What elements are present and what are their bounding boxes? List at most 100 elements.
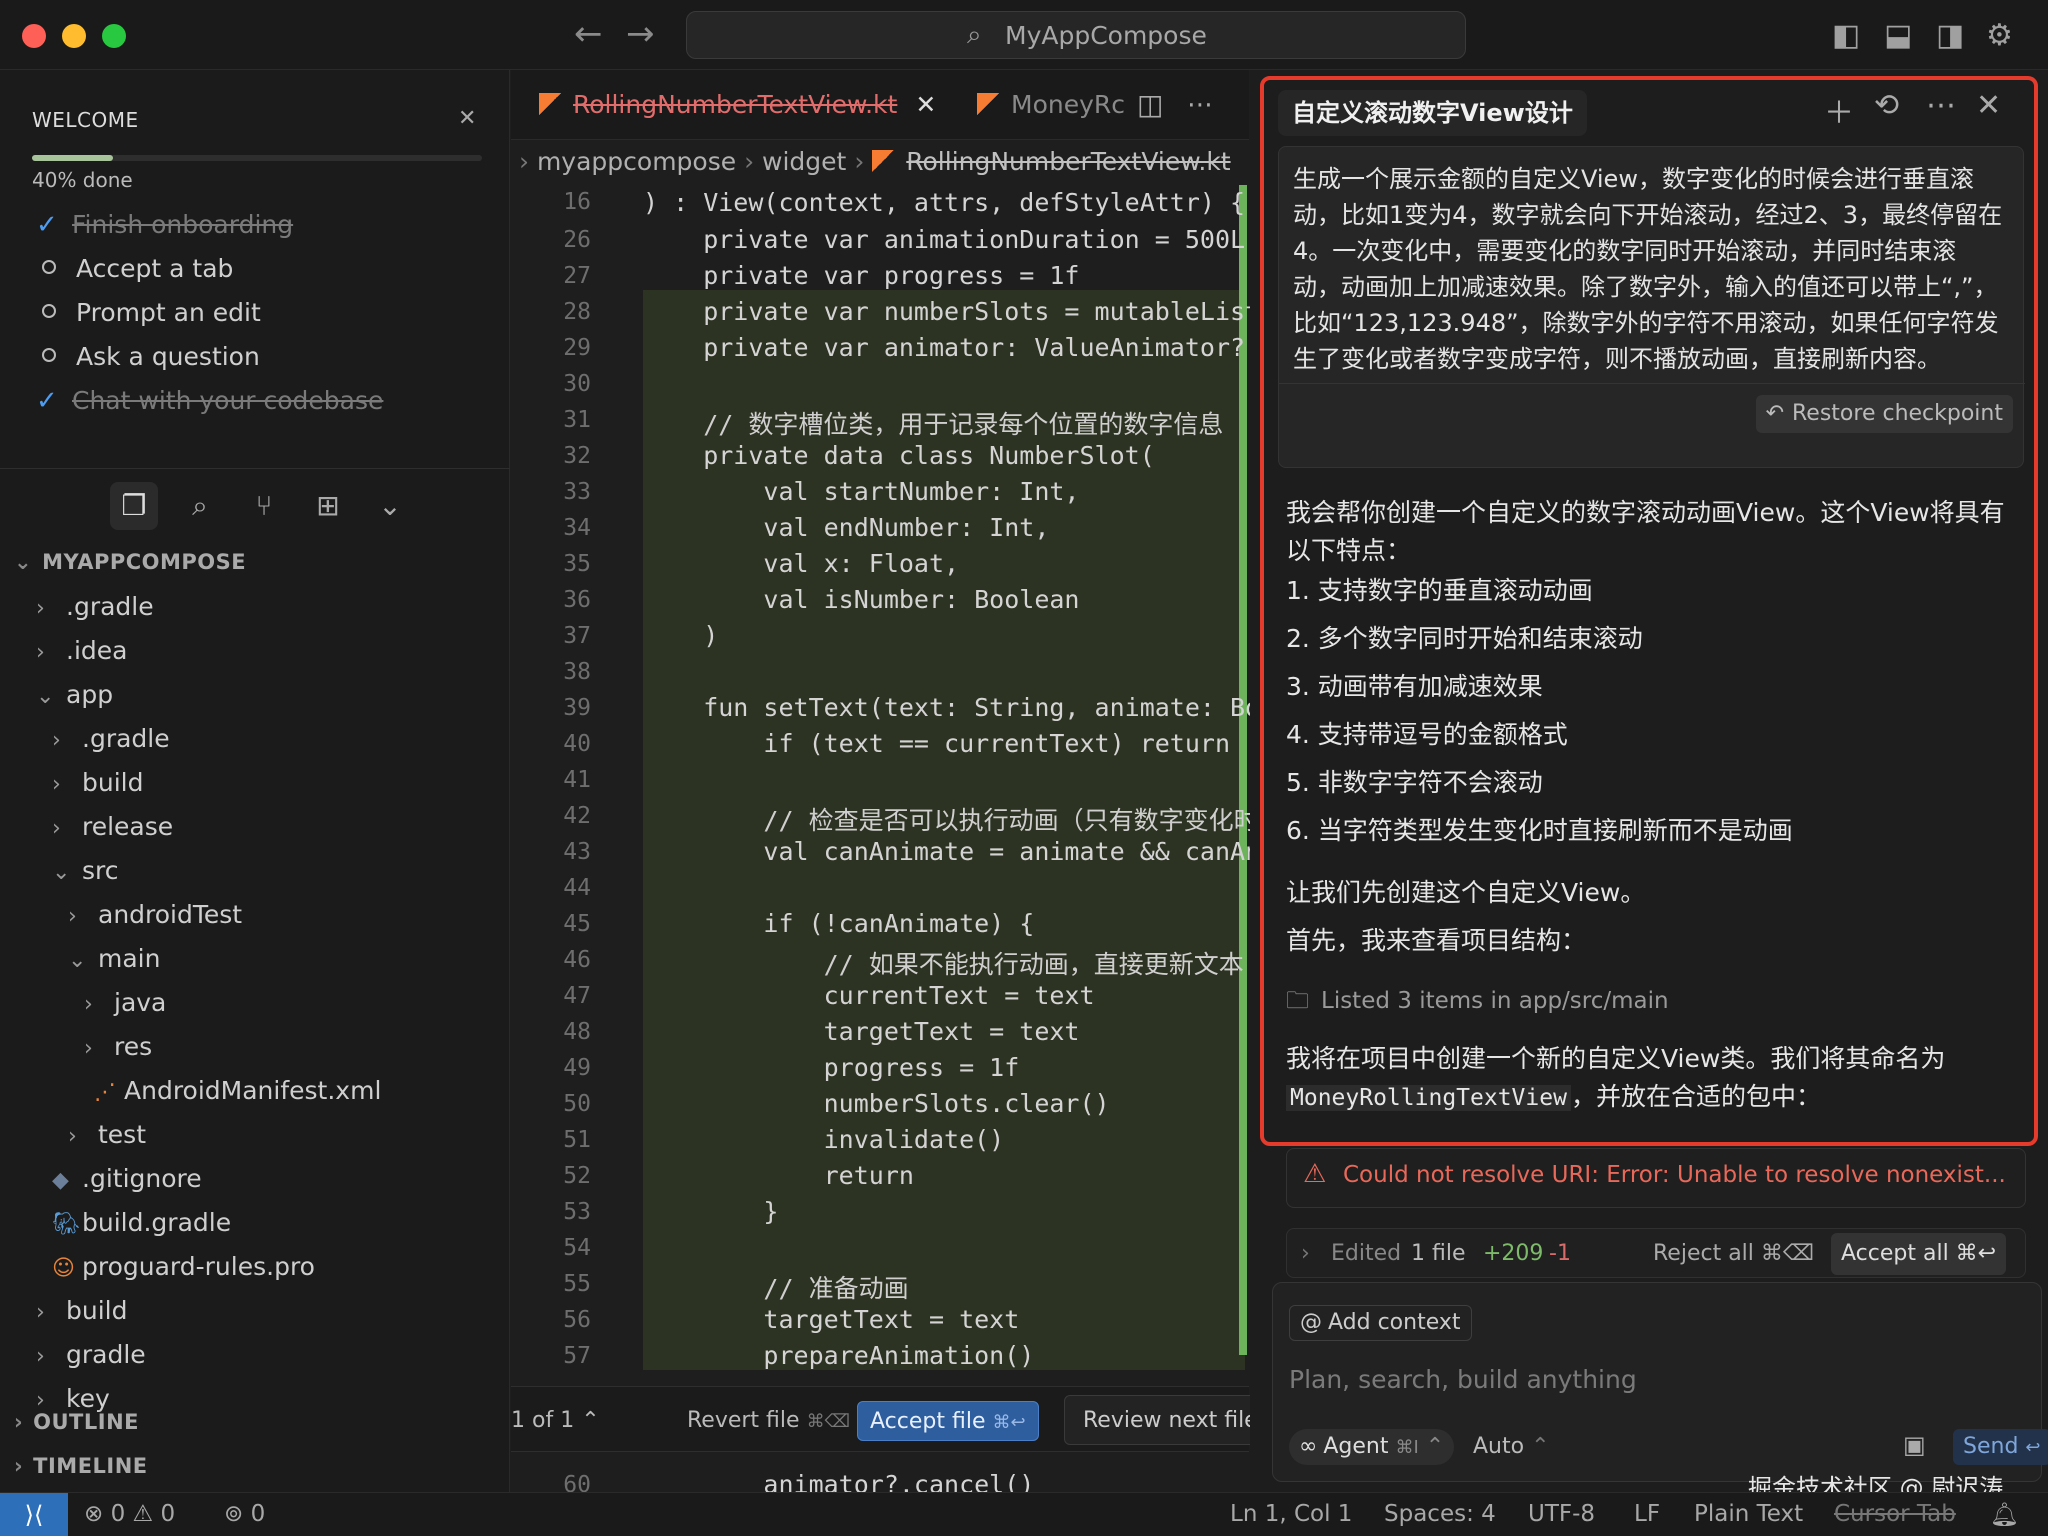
code-line: ) : View(context, attrs, defStyleAttr) { [643, 188, 1246, 217]
editor-group: RollingNumberTextView.kt ✕ MoneyRc ◫ ⋯ › … [511, 70, 1277, 1499]
accept-all-button[interactable]: Accept all ⌘↩ [1831, 1233, 2007, 1275]
minimize-window-button[interactable] [62, 24, 86, 48]
onboarding-task[interactable]: Ask a question [36, 342, 260, 382]
onboarding-task[interactable]: Prompt an edit [36, 298, 261, 338]
onboarding-task[interactable]: Accept a tab [36, 254, 233, 294]
error-message[interactable]: ⚠ Could not resolve URI: Error: Unable t… [1286, 1148, 2026, 1208]
enter-icon: ↩ [2025, 1437, 2041, 1458]
indentation[interactable]: Spaces: 4 [1384, 1501, 1496, 1527]
chevron-right-icon: › [52, 772, 61, 797]
tree-item[interactable]: › .gradle [36, 588, 154, 626]
image-icon[interactable]: ▣ [1903, 1431, 1926, 1459]
add-context-button[interactable]: @ Add context [1289, 1305, 1472, 1341]
problems-indicator[interactable]: ⊗ 0 ⚠ 0 [84, 1501, 175, 1527]
timeline-section[interactable]: › TIMELINE [14, 1454, 148, 1478]
tree-item[interactable]: › build [36, 1292, 127, 1330]
tree-item[interactable]: › res [84, 1028, 152, 1066]
command-center-search[interactable]: ⌕ MyAppCompose [686, 11, 1466, 59]
zoom-window-button[interactable] [102, 24, 126, 48]
tree-item[interactable]: ⌄ app [36, 676, 113, 714]
chevron-down-icon: ⌄ [52, 860, 71, 885]
ports-indicator[interactable]: ⊚ 0 [224, 1501, 265, 1527]
onboarding-task[interactable]: ✓ Finish onboarding [36, 210, 293, 250]
toggle-panel-icon[interactable]: ⬓ [1884, 18, 1912, 53]
chevron-right-icon[interactable]: › [1301, 1237, 1310, 1271]
tree-item[interactable]: › .idea [36, 632, 127, 670]
tab-money-rolling[interactable]: MoneyRc [977, 70, 1125, 140]
cursor-tab-status[interactable]: Cursor Tab [1834, 1501, 1956, 1527]
close-window-button[interactable] [22, 24, 46, 48]
tree-item-label: proguard-rules.pro [82, 1252, 315, 1281]
undo-icon: ↶ [1765, 401, 1784, 426]
chat-title[interactable]: 自定义滚动数字View设计 [1278, 90, 1587, 136]
gear-icon[interactable]: ⚙ [1986, 18, 2013, 53]
bell-icon[interactable]: 🔔︎ [1990, 1501, 2019, 1528]
revert-file-button[interactable]: Revert file ⌘⌫ [687, 1401, 850, 1441]
end-of-line[interactable]: LF [1634, 1501, 1660, 1527]
source-control-icon[interactable]: ⑂ [240, 482, 288, 530]
tree-item[interactable]: › test [68, 1116, 146, 1154]
tree-item[interactable]: ◆ .gitignore [52, 1160, 202, 1198]
chat-input-box[interactable]: @ Add context Plan, search, build anythin… [1272, 1282, 2048, 1482]
user-message[interactable]: 生成一个展示金额的自定义View，数字变化的时候会进行垂直滚动，比如1变为4，数… [1278, 146, 2025, 468]
chevron-right-icon: › [52, 728, 61, 753]
review-next-file-button[interactable]: Review next file [1064, 1395, 1277, 1445]
breadcrumb-item[interactable]: widget [762, 147, 846, 176]
send-button[interactable]: Send ↩ [1953, 1429, 2048, 1465]
tree-item[interactable]: 🐘︎build.gradle [52, 1204, 231, 1242]
breadcrumb-item[interactable]: myappcompose [537, 147, 736, 176]
close-icon[interactable]: ✕ [1976, 88, 2001, 123]
history-icon[interactable]: ⟲ [1874, 88, 1899, 123]
back-arrow-icon[interactable]: ← [574, 14, 603, 54]
chevron-right-icon: › [68, 1124, 77, 1149]
tree-item[interactable]: › java [84, 984, 166, 1022]
tree-item[interactable]: › gradle [36, 1336, 146, 1374]
restore-checkpoint-button[interactable]: ↶ Restore checkpoint [1755, 395, 2013, 433]
tree-item[interactable]: ⌄ main [68, 940, 160, 978]
assistant-paragraph: 首先，我来查看项目结构： [1286, 926, 1587, 955]
tree-item[interactable]: › release [52, 808, 173, 846]
line-number: 42 [563, 803, 591, 829]
new-chat-icon[interactable]: ＋ [1824, 88, 1854, 132]
toggle-primary-sidebar-icon[interactable]: ◧ [1832, 18, 1860, 53]
tree-item[interactable]: ☺ proguard-rules.pro [52, 1248, 315, 1286]
more-actions-icon[interactable]: ⋯ [1926, 88, 1956, 123]
tree-item[interactable]: › build [52, 764, 143, 802]
remote-indicator-icon[interactable]: ⟩⟨ [0, 1493, 68, 1536]
tab-rolling-number-text-view[interactable]: RollingNumberTextView.kt ✕ [539, 70, 936, 140]
split-editor-icon[interactable]: ◫ [1137, 70, 1163, 140]
agent-mode-selector[interactable]: ∞ Agent ⌘I ⌃ [1289, 1429, 1455, 1465]
tool-call-listed[interactable]: 🗀 Listed 3 items in app/src/main [1286, 984, 1669, 1023]
tree-item[interactable]: › .gradle [52, 720, 170, 758]
chat-input-placeholder[interactable]: Plan, search, build anything [1289, 1365, 1637, 1394]
cursor-position[interactable]: Ln 1, Col 1 [1230, 1501, 1352, 1527]
encoding[interactable]: UTF-8 [1528, 1501, 1595, 1527]
chevron-up-icon[interactable]: ⌃ [581, 1408, 599, 1433]
language-mode[interactable]: Plain Text [1694, 1501, 1803, 1527]
close-icon[interactable]: ✕ [915, 70, 936, 140]
tree-item[interactable]: › androidTest [68, 896, 242, 934]
close-icon[interactable]: ✕ [458, 106, 476, 131]
toggle-secondary-sidebar-icon[interactable]: ◨ [1936, 18, 1964, 53]
task-label: Prompt an edit [76, 298, 261, 327]
reject-all-button[interactable]: Reject all ⌘⌫ [1653, 1237, 1814, 1271]
accept-file-button[interactable]: Accept file ⌘↩ [857, 1401, 1039, 1441]
warning-count: 0 [160, 1501, 176, 1527]
onboarding-task[interactable]: ✓ Chat with your codebase [36, 386, 383, 426]
breadcrumb-item[interactable]: RollingNumberTextView.kt [906, 147, 1230, 176]
edited-file-count[interactable]: 1 file [1411, 1237, 1466, 1271]
model-selector[interactable]: Auto ⌃ [1473, 1429, 1550, 1465]
explorer-root[interactable]: ⌄ MYAPPCOMPOSE [14, 550, 246, 574]
circle-icon [42, 260, 56, 274]
outline-section[interactable]: › OUTLINE [14, 1410, 139, 1434]
chevron-down-icon[interactable]: ⌄ [366, 482, 414, 530]
explorer-icon[interactable]: ❐ [110, 482, 158, 530]
chevron-right-icon: › [854, 147, 865, 176]
extensions-icon[interactable]: ⊞ [304, 482, 352, 530]
search-icon[interactable]: ⌕ [176, 482, 224, 530]
tree-item[interactable]: ⌄ src [52, 852, 119, 890]
forward-arrow-icon[interactable]: → [626, 14, 655, 54]
more-actions-icon[interactable]: ⋯ [1187, 70, 1213, 140]
line-number: 54 [563, 1235, 591, 1261]
tree-item[interactable]: ⋰ AndroidManifest.xml [94, 1072, 381, 1110]
